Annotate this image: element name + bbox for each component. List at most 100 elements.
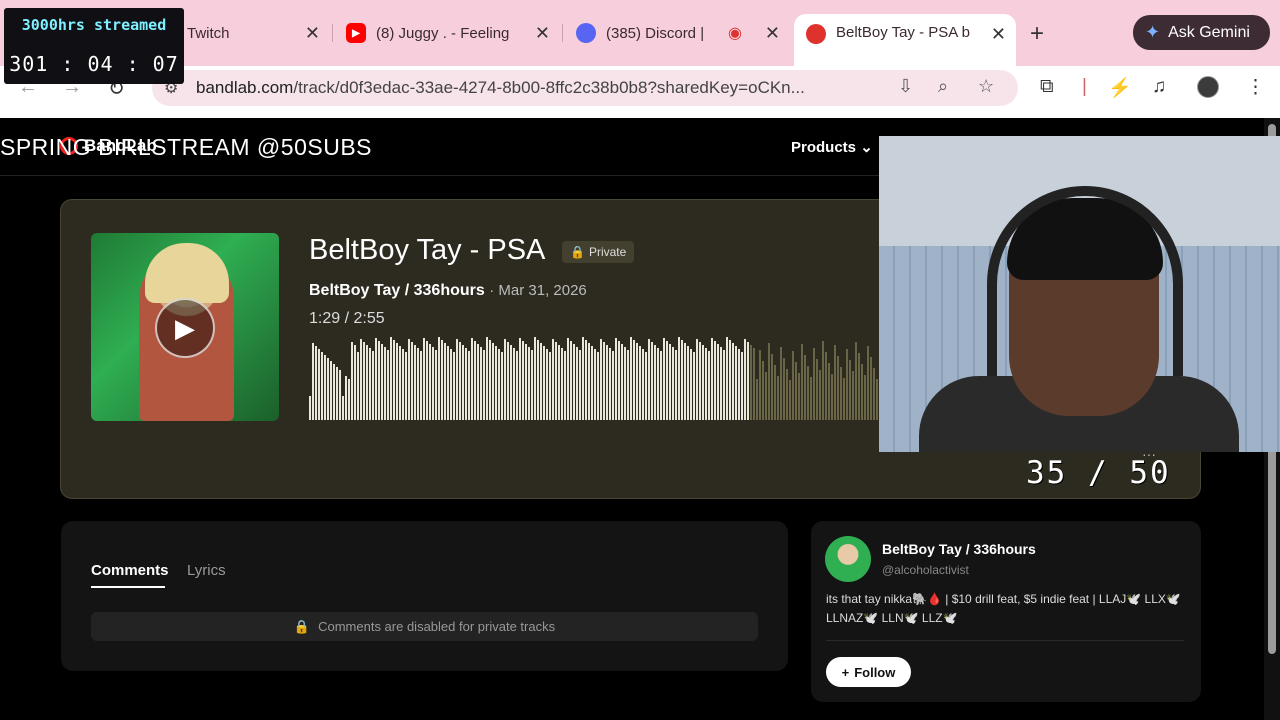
waveform-bar (426, 341, 428, 420)
waveform-bar (705, 348, 707, 420)
tab-youtube[interactable]: ▶ (8) Juggy . - Feeling ✕ (334, 14, 560, 52)
waveform-bar (396, 343, 398, 420)
waveform-bar (567, 338, 569, 420)
waveform-bar (789, 380, 791, 420)
menu-icon[interactable]: ⋮ (1246, 76, 1265, 99)
track-meta: BeltBoy Tay / 336hours · Mar 31, 2026 (309, 282, 587, 300)
waveform-bar (420, 351, 422, 420)
install-icon[interactable]: ⇩ (898, 76, 913, 97)
divider-icon: | (1082, 76, 1087, 97)
new-tab-button[interactable]: + (1030, 20, 1044, 48)
waveform-bar (696, 339, 698, 420)
waveform-bar (480, 347, 482, 420)
waveform-bar (369, 348, 371, 420)
close-icon[interactable]: ✕ (305, 23, 320, 44)
tab-lyrics[interactable]: Lyrics (187, 562, 226, 579)
stream-title-overlay: SPRING BIRLSTREAM @50SUBS (0, 134, 372, 160)
tab-bandlab[interactable]: BeltBoy Tay - PSA b ✕ (794, 14, 1016, 66)
waveform-bar (336, 367, 338, 420)
more-options-icon[interactable]: ··· (1142, 446, 1156, 462)
waveform-bar (498, 349, 500, 420)
close-icon[interactable]: ✕ (765, 23, 780, 44)
waveform-bar (486, 337, 488, 420)
tab-discord[interactable]: (385) Discord | ◉ ✕ (564, 14, 790, 52)
artist-name[interactable]: BeltBoy Tay / 336hours (882, 541, 1036, 557)
waveform-bar (318, 349, 320, 420)
waveform-bar (492, 343, 494, 420)
waveform-bar (543, 346, 545, 420)
waveform-bar (822, 341, 824, 420)
waveform-bar (837, 356, 839, 420)
waveform-bar (447, 346, 449, 420)
waveform-bar (825, 352, 827, 420)
waveform-bar (468, 351, 470, 420)
media-controls-icon[interactable]: ♫ (1152, 76, 1166, 98)
waveform-bar (753, 348, 755, 420)
close-icon[interactable]: ✕ (991, 24, 1006, 45)
waveform-bar (561, 348, 563, 420)
waveform-bar (405, 352, 407, 420)
waveform-bar (414, 345, 416, 420)
waveform-bar (663, 338, 665, 420)
waveform-bar (522, 341, 524, 420)
url-text[interactable]: bandlab.com/track/d0f3edac-33ae-4274-8b0… (196, 78, 886, 98)
play-button[interactable]: ▶ (155, 298, 215, 358)
stream-timer-overlay: 3000hrs streamed 301 : 04 : 07 (4, 8, 184, 84)
waveform-bar (795, 362, 797, 420)
track-time: 1:29 / 2:55 (309, 310, 385, 328)
bookmark-star-icon[interactable]: ☆ (978, 76, 994, 97)
waveform-bar (780, 347, 782, 420)
waveform-bar (645, 352, 647, 420)
waveform-bar (381, 344, 383, 420)
waveform-bar (312, 343, 314, 420)
lens-icon[interactable]: ⧉ (1040, 76, 1054, 98)
waveform-bar (729, 340, 731, 420)
profile-avatar[interactable] (1197, 76, 1219, 98)
waveform-bar (363, 342, 365, 420)
address-bar[interactable]: ⚙ bandlab.com/track/d0f3edac-33ae-4274-8… (152, 70, 1018, 106)
tab-comments[interactable]: Comments (91, 562, 169, 579)
waveform-bar (852, 371, 854, 420)
waveform-bar (354, 345, 356, 420)
comments-card (61, 521, 788, 671)
waveform-bar (621, 344, 623, 420)
waveform-bar (747, 342, 749, 420)
waveform-bar (591, 346, 593, 420)
waveform-bar (876, 379, 878, 420)
discord-icon (576, 23, 596, 43)
waveform-bar (387, 350, 389, 420)
waveform-bar (627, 350, 629, 420)
track-artist-link[interactable]: BeltBoy Tay / 336hours (309, 282, 485, 299)
extension-icon[interactable]: ⚡ (1108, 76, 1132, 100)
products-menu[interactable]: Products ⌄ (791, 138, 873, 156)
waveform[interactable] (309, 336, 879, 420)
waveform-bar (489, 340, 491, 420)
waveform-bar (834, 345, 836, 420)
waveform-bar (315, 346, 317, 420)
private-badge: 🔒 Private (562, 241, 635, 263)
waveform-bar (615, 338, 617, 420)
time-current: 1:29 / (309, 310, 350, 327)
waveform-bar (357, 352, 359, 420)
waveform-bar (375, 338, 377, 420)
waveform-bar (813, 348, 815, 420)
waveform-bar (393, 340, 395, 420)
waveform-bar (717, 344, 719, 420)
waveform-bar (378, 341, 380, 420)
artist-avatar[interactable] (825, 536, 871, 582)
artist-handle[interactable]: @alcoholactivist (882, 563, 969, 577)
waveform-bar (438, 337, 440, 420)
waveform-bar (849, 360, 851, 420)
private-label: Private (588, 245, 627, 259)
tab-title: BeltBoy Tay - PSA b (836, 24, 970, 41)
ask-gemini-button[interactable]: ✦ Ask Gemini (1133, 15, 1270, 50)
zoom-icon[interactable]: ⌕ (938, 76, 948, 97)
close-icon[interactable]: ✕ (535, 23, 550, 44)
waveform-bar (759, 350, 761, 420)
follow-button[interactable]: + Follow (826, 657, 911, 687)
divider (826, 640, 1184, 641)
streamed-label: 3000hrs streamed (21, 16, 167, 34)
url-domain: bandlab.com (196, 78, 294, 97)
waveform-bar (771, 354, 773, 420)
waveform-bar (606, 345, 608, 420)
